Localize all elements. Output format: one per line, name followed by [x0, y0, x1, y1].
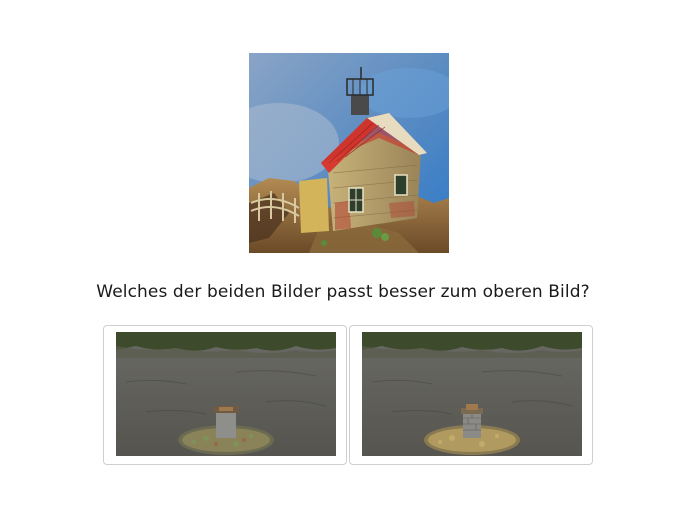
- option-left-image: [116, 332, 336, 456]
- reference-image: [249, 53, 449, 253]
- option-right-button[interactable]: [349, 325, 593, 465]
- page: Welches der beiden Bilder passt besser z…: [0, 0, 686, 525]
- stone-pedestal-scene-image: [116, 332, 336, 456]
- question-text: Welches der beiden Bilder passt besser z…: [96, 282, 590, 302]
- house-on-rock-image: [249, 53, 449, 253]
- option-right-image: [362, 332, 582, 456]
- option-left-button[interactable]: [103, 325, 347, 465]
- stone-pedestal-scene-image: [362, 332, 582, 456]
